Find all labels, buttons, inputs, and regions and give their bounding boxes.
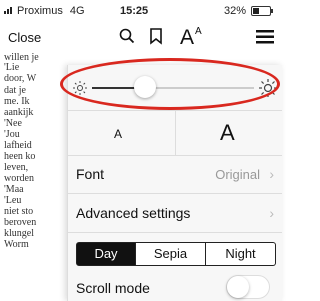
close-button[interactable]: Close <box>8 30 41 45</box>
theme-selector: Day Sepia Night <box>76 242 276 266</box>
increase-font-button[interactable]: A <box>220 120 235 146</box>
advanced-settings-row[interactable]: Advanced settings › <box>68 194 282 233</box>
decrease-font-button[interactable]: A <box>114 127 122 141</box>
font-setting-row[interactable]: Font Original › <box>68 155 282 194</box>
status-time: 15:25 <box>120 5 149 17</box>
search-icon[interactable] <box>118 27 136 50</box>
scroll-mode-label: Scroll mode <box>76 280 150 296</box>
theme-night-button[interactable]: Night <box>206 242 276 266</box>
chevron-right-icon: › <box>269 166 274 182</box>
signal-icon <box>4 6 14 14</box>
font-label: Font <box>76 166 105 182</box>
reader-toolbar: Close AA <box>0 22 281 52</box>
highlight-annotation <box>60 58 280 110</box>
font-value: Original <box>215 167 260 182</box>
network-type: 4G <box>69 5 85 17</box>
scroll-mode-toggle[interactable] <box>226 275 270 299</box>
bookmark-icon[interactable] <box>148 27 164 50</box>
carrier-name: Proximus <box>17 5 63 17</box>
battery-percent: 32% <box>224 5 247 17</box>
status-bar: Proximus 4G 15:25 32% <box>0 0 281 22</box>
battery-icon <box>251 6 273 16</box>
text-size-icon[interactable]: AA <box>180 23 206 52</box>
theme-day-button[interactable]: Day <box>76 242 136 266</box>
chevron-right-icon: › <box>269 205 274 221</box>
book-text-line: Worm <box>4 239 29 250</box>
menu-icon[interactable] <box>256 30 274 49</box>
font-size-divider <box>175 111 176 155</box>
carrier-info: Proximus 4G <box>4 5 85 17</box>
book-text-line: door, W <box>4 73 37 84</box>
font-size-control: A A <box>68 110 282 156</box>
theme-sepia-button[interactable]: Sepia <box>136 242 206 266</box>
svg-text:A: A <box>195 26 202 37</box>
svg-text:A: A <box>180 26 194 47</box>
advanced-settings-label: Advanced settings <box>76 205 191 221</box>
scroll-mode-row: Scroll mode <box>68 272 282 301</box>
